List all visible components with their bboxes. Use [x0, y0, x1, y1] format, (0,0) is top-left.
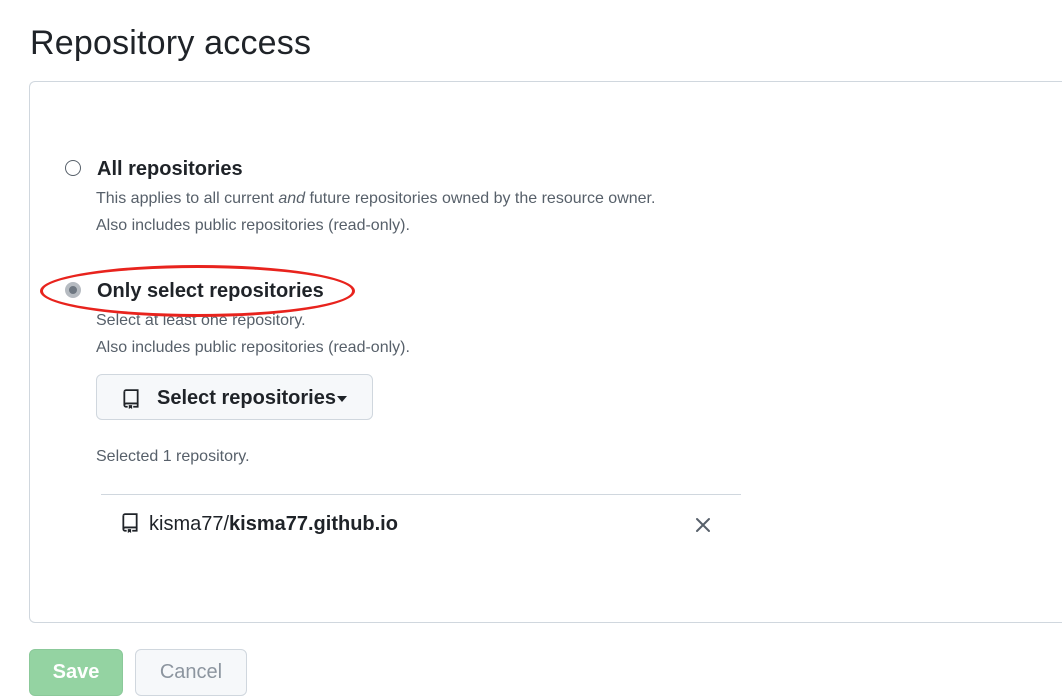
- only-select-repositories-public-note: Also includes public repositories (read-…: [96, 339, 410, 356]
- page-title: Repository access: [30, 24, 312, 62]
- repository-owner: kisma77/: [149, 513, 230, 535]
- save-button[interactable]: Save: [29, 649, 123, 696]
- selected-repositories-list: kisma77/kisma77.github.io: [101, 494, 741, 555]
- cancel-button[interactable]: Cancel: [135, 649, 247, 696]
- list-item: kisma77/kisma77.github.io: [101, 495, 741, 555]
- repository-title: kisma77.github.io: [229, 513, 398, 535]
- all-repositories-label[interactable]: All repositories: [97, 158, 243, 181]
- all-repositories-radio[interactable]: [65, 160, 81, 176]
- chevron-down-icon: [337, 396, 347, 402]
- close-icon[interactable]: [693, 515, 713, 535]
- only-select-repositories-label[interactable]: Only select repositories: [97, 280, 324, 303]
- all-repositories-public-note: Also includes public repositories (read-…: [96, 217, 410, 234]
- repo-icon: [122, 513, 138, 533]
- all-repositories-description: This applies to all current and future r…: [96, 190, 656, 207]
- select-repositories-label: Select repositories: [157, 387, 336, 409]
- repository-name: kisma77/kisma77.github.io: [149, 513, 398, 536]
- only-select-repositories-description: Select at least one repository.: [96, 312, 306, 329]
- repo-icon: [123, 389, 139, 409]
- selected-repository-count: Selected 1 repository.: [96, 448, 250, 465]
- select-repositories-button[interactable]: Select repositories: [96, 374, 373, 420]
- only-select-repositories-radio[interactable]: [65, 282, 81, 298]
